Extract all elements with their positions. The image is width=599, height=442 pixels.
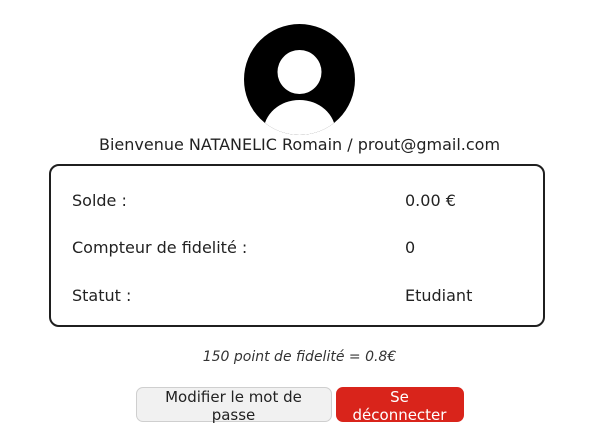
logout-button[interactable]: Se déconnecter: [335, 387, 464, 424]
balance-label: Solde :: [72, 191, 127, 210]
profile-page: Bienvenue NATANELIC Romain / prout@gmail…: [0, 0, 599, 442]
account-info-box: Solde : 0.00 € Compteur de fidelité : 0 …: [49, 164, 545, 327]
loyalty-counter-value: 0: [405, 238, 416, 257]
change-password-button[interactable]: Modifier le mot de passe: [135, 387, 332, 424]
status-row: Statut : Etudiant: [51, 285, 543, 307]
user-avatar-icon: [244, 24, 355, 135]
balance-row: Solde : 0.00 €: [51, 190, 543, 212]
loyalty-counter-row: Compteur de fidelité : 0: [51, 237, 543, 259]
welcome-text: Bienvenue NATANELIC Romain / prout@gmail…: [98, 135, 501, 154]
account-actions: Modifier le mot de passe Se déconnecter: [0, 387, 599, 424]
status-value: Etudiant: [405, 286, 473, 305]
loyalty-counter-label: Compteur de fidelité :: [72, 238, 248, 257]
status-label: Statut :: [72, 286, 132, 305]
loyalty-conversion-note: 150 point de fidelité = 0.8€: [202, 349, 397, 365]
balance-value: 0.00 €: [405, 191, 456, 210]
